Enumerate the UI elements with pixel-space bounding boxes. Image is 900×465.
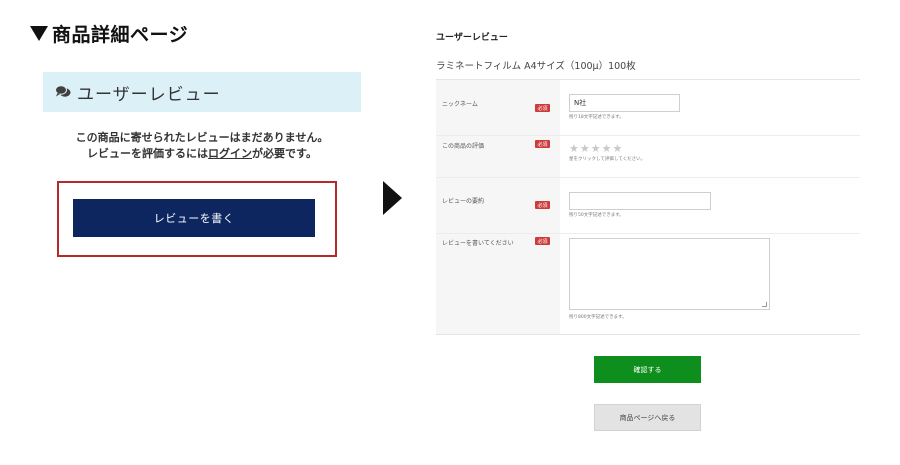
star-icon[interactable]: ★ bbox=[602, 143, 612, 154]
product-name: ラミネートフィルム A4サイズ（100μ）100枚 bbox=[436, 61, 636, 72]
arrow-right-icon bbox=[383, 181, 402, 215]
confirm-button[interactable]: 確認する bbox=[594, 356, 701, 383]
nickname-label: ニックネーム bbox=[442, 101, 478, 108]
row-divider bbox=[436, 177, 860, 178]
nickname-hint: 残り18文字記述できます。 bbox=[569, 115, 624, 120]
page-heading-text: 商品詳細ページ bbox=[52, 23, 189, 46]
nickname-input[interactable]: N社 bbox=[569, 94, 680, 112]
rating-stars: ★ ★ ★ ★ ★ bbox=[569, 143, 622, 154]
form-title: ユーザーレビュー bbox=[436, 33, 508, 43]
required-badge: 必須 bbox=[535, 201, 550, 209]
review-section-title: ユーザーレビュー bbox=[77, 84, 221, 105]
login-link[interactable]: ログイン bbox=[208, 147, 252, 160]
no-review-line2: レビューを評価するにはログインが必要です。 bbox=[43, 146, 361, 162]
page-heading: 商品詳細ページ bbox=[30, 20, 188, 46]
chat-bubbles-icon bbox=[55, 85, 71, 97]
review-body-textarea[interactable] bbox=[569, 238, 770, 310]
star-icon[interactable]: ★ bbox=[613, 143, 623, 154]
review-form: ニックネーム 必須 N社 残り18文字記述できます。 この商品の評価 必須 ★ … bbox=[436, 79, 860, 335]
required-badge: 必須 bbox=[535, 104, 550, 112]
no-review-line2-before: レビューを評価するには bbox=[87, 147, 209, 160]
triangle-down-icon bbox=[30, 25, 48, 41]
row-divider bbox=[436, 233, 860, 234]
star-icon[interactable]: ★ bbox=[580, 143, 590, 154]
body-label: レビューを書いてください bbox=[442, 240, 514, 247]
required-badge: 必須 bbox=[535, 237, 550, 245]
no-review-line2-after: が必要です。 bbox=[252, 147, 317, 160]
rating-hint: 星をクリックして評価してください。 bbox=[569, 157, 646, 162]
back-to-product-button[interactable]: 商品ページへ戻る bbox=[594, 404, 701, 431]
write-review-button[interactable]: レビューを書く bbox=[73, 199, 315, 237]
summary-label: レビューの要約 bbox=[442, 198, 485, 205]
review-section-header: ユーザーレビュー bbox=[43, 72, 361, 112]
star-icon[interactable]: ★ bbox=[569, 143, 579, 154]
summary-input[interactable] bbox=[569, 192, 711, 210]
star-icon[interactable]: ★ bbox=[591, 143, 601, 154]
body-hint: 残り800文字記述できます。 bbox=[569, 315, 627, 320]
summary-hint: 残り50文字記述できます。 bbox=[569, 213, 624, 218]
resize-grip-icon[interactable] bbox=[762, 302, 767, 307]
no-review-message: この商品に寄せられたレビューはまだありません。 レビューを評価するにはログインが… bbox=[43, 130, 361, 162]
row-divider bbox=[436, 135, 860, 136]
no-review-line1: この商品に寄せられたレビューはまだありません。 bbox=[75, 131, 329, 144]
rating-label: この商品の評価 bbox=[442, 143, 485, 150]
required-badge: 必須 bbox=[535, 140, 550, 148]
